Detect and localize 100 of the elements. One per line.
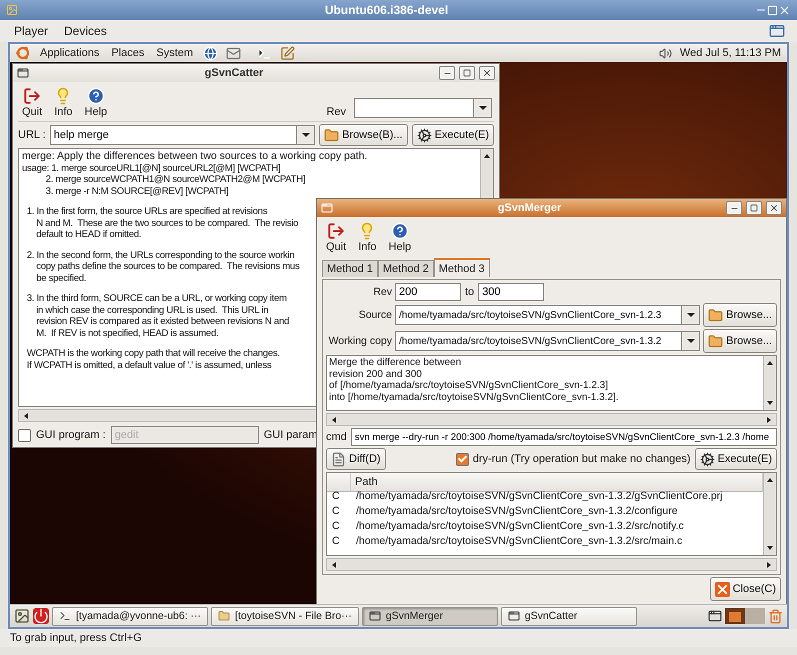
windows-icon[interactable] <box>769 23 785 39</box>
toolbar-button[interactable]: Quit <box>20 87 44 118</box>
summary-line: into [/home/tyamada/src/toytoiseSVN/gSvnClientCore_svn-1.3.2]. <box>329 392 619 403</box>
dropdown-button[interactable] <box>681 305 700 325</box>
workspace-switcher-icon[interactable] <box>725 608 765 624</box>
dropdown-button[interactable] <box>473 98 492 118</box>
rev-from-field[interactable]: 200 <box>395 283 461 301</box>
status-cell-text: C <box>331 518 341 533</box>
url-field[interactable]: help merge <box>50 125 296 145</box>
dropdown-button[interactable] <box>296 125 316 145</box>
output-line: revision REV is compared as it existed between revisions N and <box>35 316 290 328</box>
column-header[interactable]: Path <box>351 473 763 492</box>
execute-button[interactable]: Execute(E) <box>412 124 494 146</box>
diff-button[interactable]: Diff(D) <box>326 448 386 470</box>
close-button[interactable]: Close(C) <box>710 577 781 601</box>
close-icon <box>482 68 492 78</box>
source-field[interactable]: /home/tyamada/src/toytoiseSVN/gSvnClientCore_svn-1.2.3 <box>395 305 682 325</box>
taskbar-button[interactable]: [tyamada@yvonne-ub6: ··· <box>52 606 208 626</box>
trash-icon[interactable] <box>768 608 783 624</box>
output-line: If WCPATH is omitted, a default value of '.' is assumed, unless <box>26 360 272 371</box>
close-button[interactable] <box>766 201 782 215</box>
help-icon <box>390 222 409 240</box>
working-copy-field[interactable]: /home/tyamada/src/toytoiseSVN/gSvnClientCore_svn-1.3.2 <box>395 331 682 351</box>
tab[interactable]: Method 2 <box>378 260 434 277</box>
summary-line: revision 200 and 300 <box>329 368 422 380</box>
tab[interactable]: Method 1 <box>322 260 378 277</box>
toolbar-button[interactable]: Help <box>386 222 414 253</box>
browse-button[interactable]: Browse... <box>703 329 777 353</box>
output-line: 2. merge sourceWCPATH1@N sourceWCPATH2@M [WCPATH] <box>44 174 306 186</box>
maximize-button[interactable] <box>746 201 762 215</box>
panel-menu[interactable]: Places <box>109 47 146 59</box>
horizontal-scrollbar[interactable] <box>326 558 777 571</box>
maximize-icon <box>750 204 758 212</box>
panel-menu[interactable]: Applications <box>38 47 102 59</box>
close-icon <box>714 582 730 596</box>
window-icon <box>508 610 520 622</box>
window-icon[interactable] <box>708 609 722 623</box>
to-label: to <box>465 286 474 298</box>
path-cell-text: /home/tyamada/src/toytoiseSVN/gSvnClientCore_svn-1.3.2/src/notify.c <box>355 518 685 533</box>
output-line: 3. In the third form, SOURCE can be a URL, or working copy item <box>26 293 287 304</box>
path-cell-text: /home/tyamada/src/toytoiseSVN/gSvnClientCore_svn-1.3.2/configure <box>355 504 679 518</box>
gear-icon <box>416 128 432 142</box>
close-button[interactable] <box>479 66 495 80</box>
maximize-button[interactable] <box>459 66 475 80</box>
menu-item[interactable]: Devices <box>62 24 109 38</box>
logo-icon[interactable] <box>16 46 30 60</box>
rev-field[interactable] <box>354 98 473 118</box>
document-icon <box>331 452 346 466</box>
folder-icon <box>708 334 724 348</box>
close-icon[interactable] <box>778 4 791 16</box>
rev-label: Rev <box>326 106 346 118</box>
path-cell-text: /home/tyamada/src/toytoiseSVN/gSvnClientCore_svn-1.3.2/src/main.c <box>355 534 684 548</box>
horizontal-scrollbar[interactable] <box>326 413 777 426</box>
summary-line: Merge the difference between <box>329 357 462 368</box>
dry-run-label: dry-run (Try operation but make no changes) <box>472 453 691 465</box>
minimize-button[interactable] <box>439 66 455 80</box>
toolbar-button[interactable]: Info <box>356 222 379 253</box>
gear-icon <box>700 452 715 466</box>
checkbox[interactable] <box>456 452 469 466</box>
speaker-icon[interactable] <box>658 46 672 60</box>
help-icon <box>86 87 105 105</box>
clock[interactable]: Wed Jul 5, 11:13 PM <box>680 47 781 59</box>
rev-to-field[interactable]: 300 <box>478 283 544 301</box>
window-title: gSvnMerger <box>496 202 562 214</box>
picture-icon[interactable] <box>14 608 30 624</box>
output-line: copy paths define the sources to be compared. The revisions mus <box>35 261 300 272</box>
terminal-icon[interactable] <box>257 46 272 60</box>
folder-icon <box>708 308 724 322</box>
toolbar-button[interactable]: Info <box>52 87 75 118</box>
output-line: WCPATH is the working copy path that will receive the changes. <box>26 348 280 360</box>
tab[interactable]: Method 3 <box>434 258 490 277</box>
output-line: in which case the corresponding URL is used. This URL in <box>35 304 268 316</box>
taskbar-button[interactable]: gSvnCatter <box>500 606 637 626</box>
taskbar-button[interactable]: gSvnMerger <box>362 606 498 626</box>
output-line: default to HEAD if omitted. <box>35 229 142 240</box>
maximize-icon[interactable] <box>767 4 778 16</box>
browse-button[interactable]: Browse... <box>703 303 777 327</box>
gui-program-label: GUI program : <box>36 429 106 441</box>
vertical-scrollbar[interactable] <box>763 356 776 410</box>
output-line: 1. In the first form, the source URLs are specified at revisions <box>26 206 268 218</box>
dropdown-button[interactable] <box>681 331 700 351</box>
cmd-field[interactable]: svn merge --dry-run -r 200:300 /home/tyamada/src/toytoiseSVN/gSvnClientCore_svn-1.2.3 /home <box>350 428 777 446</box>
minimize-button[interactable] <box>726 201 742 215</box>
text-editor-icon[interactable] <box>280 46 296 60</box>
panel-menu[interactable]: System <box>154 47 196 59</box>
window-icon <box>321 202 333 214</box>
mail-icon[interactable] <box>226 46 242 60</box>
execute-button[interactable]: Execute(E) <box>694 448 777 470</box>
browse-button[interactable]: Browse(B)... <box>319 124 408 146</box>
window-icon <box>368 610 381 622</box>
toolbar-button[interactable]: Quit <box>324 222 348 253</box>
close-icon <box>769 203 779 213</box>
menu-item[interactable]: Player <box>12 24 50 38</box>
vertical-scrollbar[interactable] <box>763 473 776 555</box>
taskbar-button[interactable]: [toytoiseSVN - File Bro··· <box>211 606 359 626</box>
globe-icon[interactable] <box>203 46 218 60</box>
window-icon <box>17 67 29 79</box>
toolbar-button[interactable]: Help <box>82 87 110 118</box>
folder-icon <box>218 610 230 622</box>
power-icon[interactable] <box>33 608 49 624</box>
